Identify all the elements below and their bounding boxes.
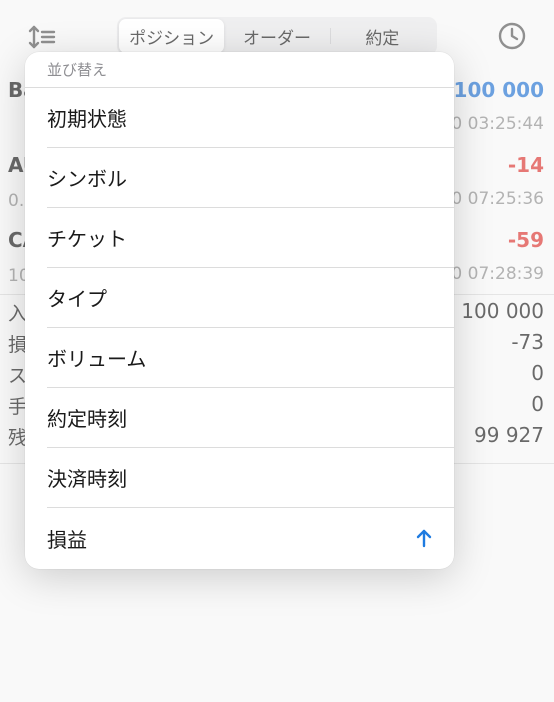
sort-option-label: 約定時刻 xyxy=(47,407,127,431)
sort-option-default[interactable]: 初期状態 xyxy=(47,88,454,148)
sort-option-label: 損益 xyxy=(47,527,87,552)
sort-option-ticket[interactable]: チケット xyxy=(47,208,454,268)
sort-option-volume[interactable]: ボリューム xyxy=(47,328,454,388)
sort-option-label: 決済時刻 xyxy=(47,467,127,491)
sort-option-open-time[interactable]: 約定時刻 xyxy=(47,388,454,448)
sort-option-label: チケット xyxy=(47,227,127,251)
sort-menu-header: 並び替え xyxy=(25,52,454,88)
sort-option-label: 初期状態 xyxy=(47,107,127,131)
sort-option-label: ボリューム xyxy=(47,347,147,371)
sort-menu-popover: 並び替え 初期状態 シンボル チケット タイプ ボリューム 約定時刻 決済時刻 … xyxy=(25,52,454,569)
sort-option-close-time[interactable]: 決済時刻 xyxy=(47,448,454,508)
sort-option-label: シンボル xyxy=(47,167,127,191)
sort-option-profit[interactable]: 損益 xyxy=(47,508,454,568)
sort-option-type[interactable]: タイプ xyxy=(47,268,454,328)
sort-option-label: タイプ xyxy=(47,287,107,311)
sort-option-symbol[interactable]: シンボル xyxy=(47,148,454,208)
arrow-up-icon xyxy=(416,528,432,548)
